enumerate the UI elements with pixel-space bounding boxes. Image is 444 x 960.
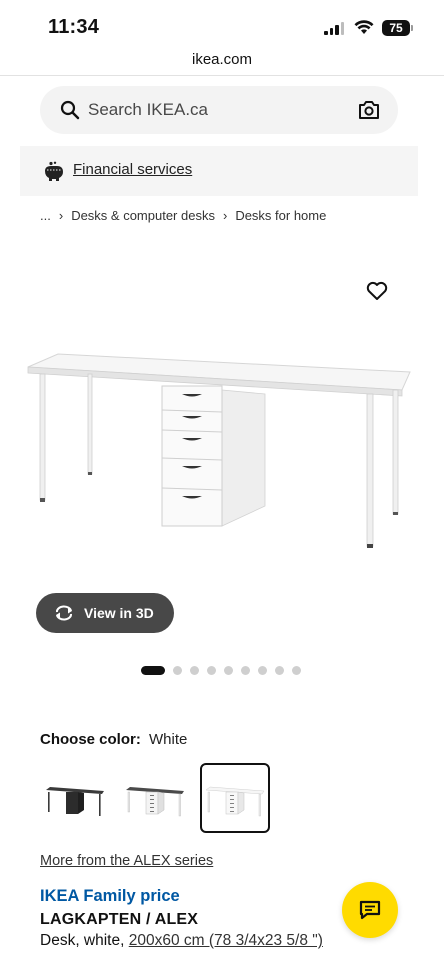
selected-color-value: White [149, 731, 188, 748]
product-desc-prefix: Desk, white, [40, 932, 129, 949]
search-input[interactable] [88, 86, 348, 134]
carousel-dot[interactable] [258, 666, 267, 675]
financial-services-link[interactable]: Financial services [73, 161, 192, 178]
breadcrumb-item-desks-for-home[interactable]: Desks for home [235, 208, 326, 223]
carousel-dot[interactable] [207, 666, 216, 675]
rotate-3d-icon [56, 605, 72, 621]
piggy-bank-icon [45, 161, 63, 181]
address-bar[interactable]: ikea.com [0, 46, 444, 76]
carousel-dot[interactable] [190, 666, 199, 675]
carousel-dot[interactable] [292, 666, 301, 675]
breadcrumb: ... › Desks & computer desks › Desks for… [40, 208, 326, 223]
color-swatches [40, 763, 270, 833]
carousel-dot[interactable] [241, 666, 250, 675]
color-swatch-black-brown[interactable] [40, 763, 110, 833]
battery-icon: 75 [382, 20, 413, 36]
product-name: LAGKAPTEN / ALEX [40, 911, 199, 928]
heart-icon[interactable] [366, 281, 388, 301]
carousel-indicator [141, 666, 301, 675]
color-swatch-white[interactable] [200, 763, 270, 833]
choose-color-label: Choose color: [40, 731, 141, 748]
search-icon[interactable] [60, 100, 80, 120]
carousel-dot[interactable] [173, 666, 182, 675]
camera-icon[interactable] [358, 100, 380, 120]
more-from-series-link[interactable]: More from the ALEX series [40, 853, 213, 869]
desk-thumbnail-white [205, 786, 265, 817]
cellular-signal-icon [324, 22, 344, 35]
breadcrumb-item-desks-computer-desks[interactable]: Desks & computer desks [71, 208, 215, 223]
color-swatch-black-brown-white[interactable] [120, 763, 190, 833]
product-dimensions-link[interactable]: 200x60 cm (78 3/4x23 5/8 ") [129, 932, 323, 949]
url-text: ikea.com [191, 51, 253, 68]
chat-bubble-icon [359, 900, 381, 920]
carousel-dot[interactable] [224, 666, 233, 675]
chat-button[interactable] [342, 882, 398, 938]
product-description: Desk, white, 200x60 cm (78 3/4x23 5/8 ") [40, 932, 323, 950]
ikea-family-price-label: IKEA Family price [40, 887, 180, 905]
color-selector-label: Choose color: White [40, 731, 187, 748]
desk-thumbnail-black-brown-white [126, 787, 184, 817]
status-bar: 11:34 75 [0, 0, 444, 46]
search-bar[interactable] [40, 86, 398, 134]
carousel-dot[interactable] [275, 666, 284, 675]
breadcrumb-separator: › [58, 208, 64, 223]
view-in-3d-label: View in 3D [84, 605, 154, 621]
status-time: 11:34 [48, 16, 100, 38]
financial-services-banner[interactable]: Financial services [20, 146, 418, 196]
breadcrumb-separator: › [222, 208, 228, 223]
carousel-dot-active[interactable] [141, 666, 165, 675]
wifi-icon [354, 20, 374, 34]
product-image[interactable] [20, 330, 424, 560]
desk-thumbnail-black-brown [46, 787, 104, 816]
view-in-3d-button[interactable]: View in 3D [36, 593, 174, 633]
breadcrumb-ellipsis[interactable]: ... [40, 208, 51, 223]
